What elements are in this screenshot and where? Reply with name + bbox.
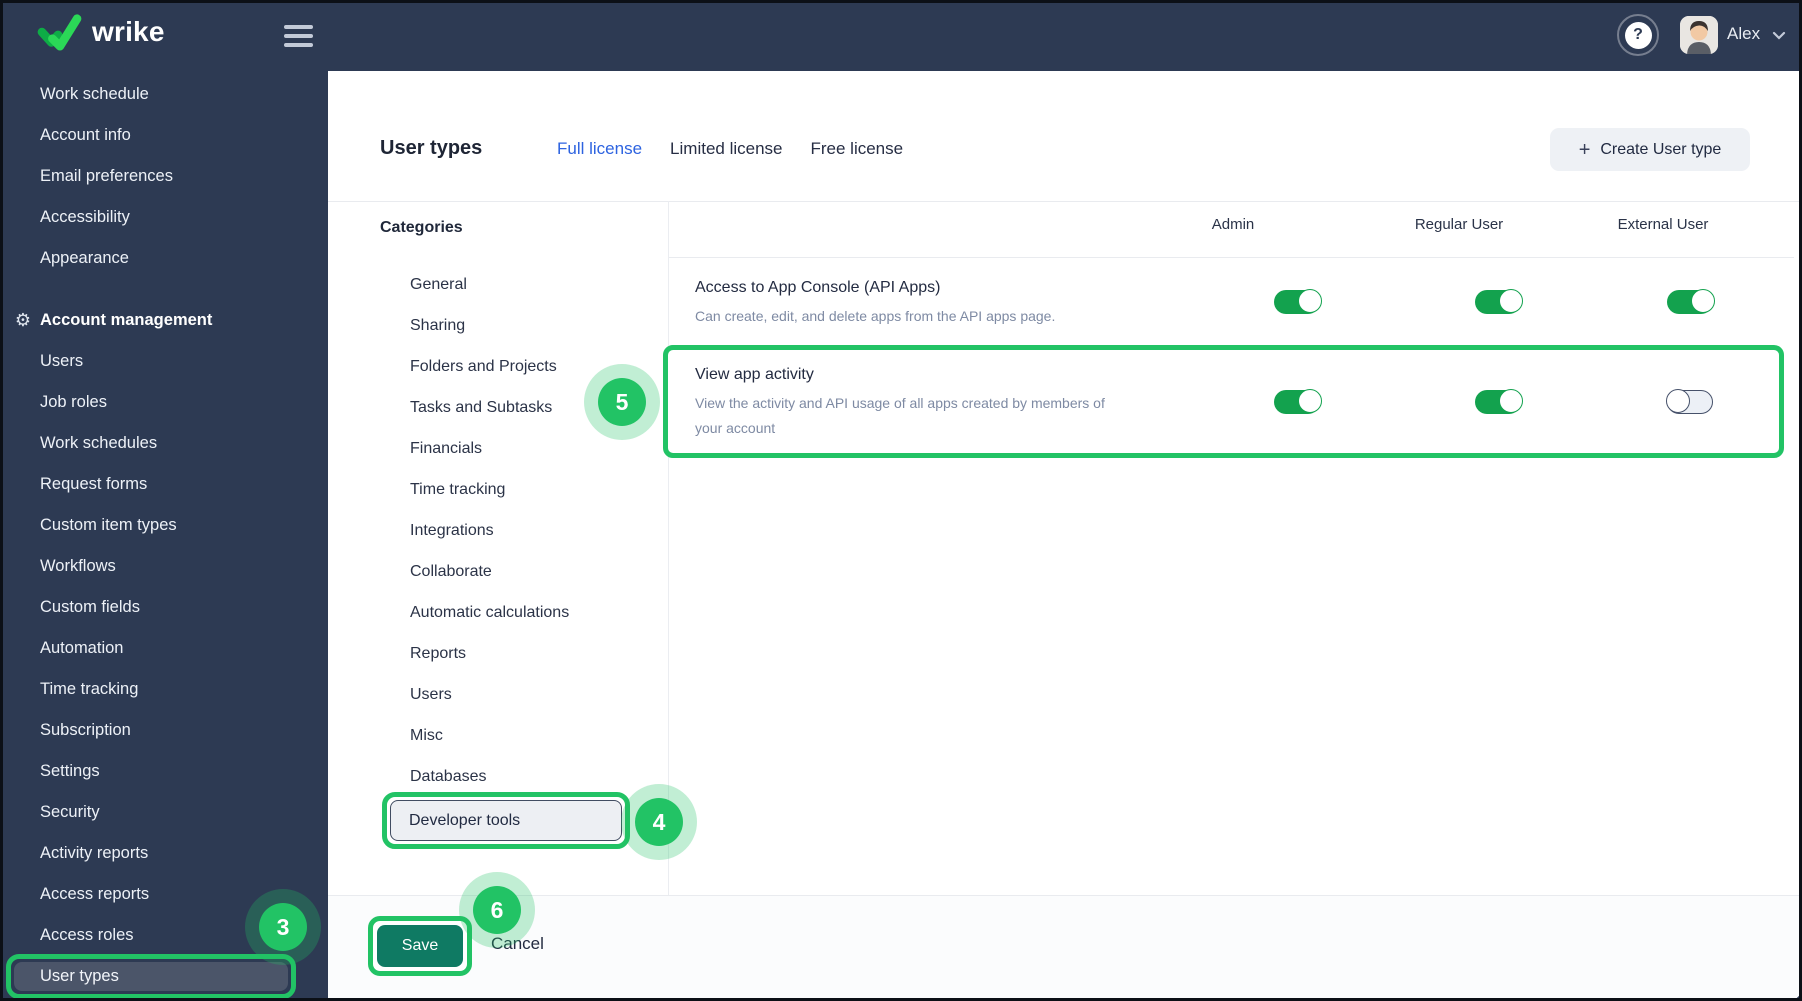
permission-desc-view-activity: View the activity and API usage of all a…	[695, 395, 1105, 436]
footer	[328, 896, 1802, 1001]
hamburger-menu-icon[interactable]	[284, 25, 313, 52]
gear-icon: ⚙	[14, 310, 32, 330]
sidebar-item-security[interactable]: Security	[0, 792, 328, 833]
brand-text: wrike	[92, 16, 165, 47]
permission-desc-app-console: Can create, edit, and delete apps from t…	[695, 308, 1056, 324]
toggle-view-activity-admin[interactable]	[1274, 389, 1322, 414]
tab-full-license[interactable]: Full license	[557, 139, 642, 159]
sidebar-item-appearance[interactable]: Appearance	[0, 238, 328, 279]
content-panel: User types Full license Limited license …	[328, 71, 1802, 1001]
category-item-reports[interactable]: Reports	[410, 633, 569, 674]
annotation-box-save: Save	[368, 916, 472, 976]
category-item-time-tracking[interactable]: Time tracking	[410, 469, 569, 510]
create-user-type-button[interactable]: + Create User type	[1550, 128, 1750, 171]
wrike-checkmark-icon	[37, 14, 82, 51]
category-item-users[interactable]: Users	[410, 674, 569, 715]
category-item-collaborate[interactable]: Collaborate	[410, 551, 569, 592]
toggle-view-activity-regular[interactable]	[1475, 389, 1523, 414]
sidebar-top-list: Work schedule Account info Email preferenc…	[0, 74, 328, 279]
sidebar-item-user-types-selected[interactable]: User types	[14, 962, 288, 991]
sidebar-item-workflows[interactable]: Workflows	[0, 546, 328, 587]
sidebar-item-custom-fields[interactable]: Custom fields	[0, 587, 328, 628]
wrike-logo[interactable]: wrike	[36, 13, 165, 51]
help-button[interactable]: ?	[1617, 14, 1659, 56]
app-window: wrike ? Alex Work schedule Account info Em…	[0, 0, 1802, 1001]
category-item-automatic-calculations[interactable]: Automatic calculations	[410, 592, 569, 633]
categories-list: General Sharing Folders and Projects Tasks …	[410, 264, 569, 797]
category-item-general[interactable]: General	[410, 264, 569, 305]
sidebar-item-email-preferences[interactable]: Email preferences	[0, 156, 328, 197]
annotation-badge-5: 5	[584, 364, 660, 440]
category-item-financials[interactable]: Financials	[410, 428, 569, 469]
sidebar-item-job-roles[interactable]: Job roles	[0, 382, 328, 423]
column-header-regular-user: Regular User	[1414, 216, 1504, 233]
table-header-divider	[669, 257, 1794, 258]
save-button[interactable]: Save	[377, 925, 463, 967]
sidebar-item-work-schedule[interactable]: Work schedule	[0, 74, 328, 115]
annotation-box-developer-tools: Developer tools	[382, 792, 630, 849]
annotation-badge-6: 6	[459, 872, 535, 948]
annotation-badge-3: 3	[245, 889, 321, 965]
column-header-external-user: External User	[1617, 216, 1709, 233]
annotation-badge-4: 4	[621, 784, 697, 860]
footer-divider	[328, 895, 1802, 896]
topbar: wrike ? Alex	[0, 0, 1802, 71]
header-divider	[328, 201, 1802, 202]
category-item-integrations[interactable]: Integrations	[410, 510, 569, 551]
avatar[interactable]	[1680, 16, 1718, 54]
category-item-folders-and-projects[interactable]: Folders and Projects	[410, 346, 569, 387]
column-header-admin: Admin	[1211, 216, 1255, 233]
sidebar-item-account-info[interactable]: Account info	[0, 115, 328, 156]
sidebar-item-request-forms[interactable]: Request forms	[0, 464, 328, 505]
toggle-app-console-external[interactable]	[1667, 289, 1715, 314]
toggle-view-activity-external[interactable]	[1666, 388, 1713, 414]
tab-free-license[interactable]: Free license	[811, 139, 904, 159]
category-item-sharing[interactable]: Sharing	[410, 305, 569, 346]
license-tabs: Full license Limited license Free licens…	[557, 139, 903, 159]
sidebar-item-subscription[interactable]: Subscription	[0, 710, 328, 751]
question-mark-icon: ?	[1624, 21, 1652, 49]
sidebar-item-time-tracking[interactable]: Time tracking	[0, 669, 328, 710]
category-item-tasks-and-subtasks[interactable]: Tasks and Subtasks	[410, 387, 569, 428]
category-item-developer-tools-selected[interactable]: Developer tools	[390, 800, 622, 841]
sidebar-item-users[interactable]: Users	[0, 341, 328, 382]
category-item-databases[interactable]: Databases	[410, 756, 569, 797]
create-user-type-label: Create User type	[1600, 140, 1722, 158]
sidebar-section-account-management[interactable]: ⚙ Account management	[0, 300, 328, 341]
sidebar-account-list: Users Job roles Work schedules Request form…	[0, 341, 328, 956]
sidebar-item-automation[interactable]: Automation	[0, 628, 328, 669]
sidebar: Work schedule Account info Email preferenc…	[0, 71, 328, 1001]
permission-title-view-activity: View app activity	[695, 366, 814, 383]
sidebar-item-activity-reports[interactable]: Activity reports	[0, 833, 328, 874]
sidebar-item-custom-item-types[interactable]: Custom item types	[0, 505, 328, 546]
user-name[interactable]: Alex	[1727, 24, 1760, 44]
page-title: User types	[380, 137, 483, 159]
sidebar-item-work-schedules[interactable]: Work schedules	[0, 423, 328, 464]
sidebar-item-accessibility[interactable]: Accessibility	[0, 197, 328, 238]
permission-title-app-console: Access to App Console (API Apps)	[695, 279, 941, 296]
plus-icon: +	[1578, 138, 1591, 161]
toggle-app-console-regular[interactable]	[1475, 289, 1523, 314]
sidebar-section-label: Account management	[40, 311, 213, 329]
category-item-misc[interactable]: Misc	[410, 715, 569, 756]
tab-limited-license[interactable]: Limited license	[670, 139, 782, 159]
sidebar-item-settings[interactable]: Settings	[0, 751, 328, 792]
toggle-app-console-admin[interactable]	[1274, 289, 1322, 314]
chevron-down-icon[interactable]	[1772, 31, 1786, 40]
categories-heading: Categories	[380, 219, 463, 236]
annotation-box-user-types: User types	[6, 954, 296, 999]
